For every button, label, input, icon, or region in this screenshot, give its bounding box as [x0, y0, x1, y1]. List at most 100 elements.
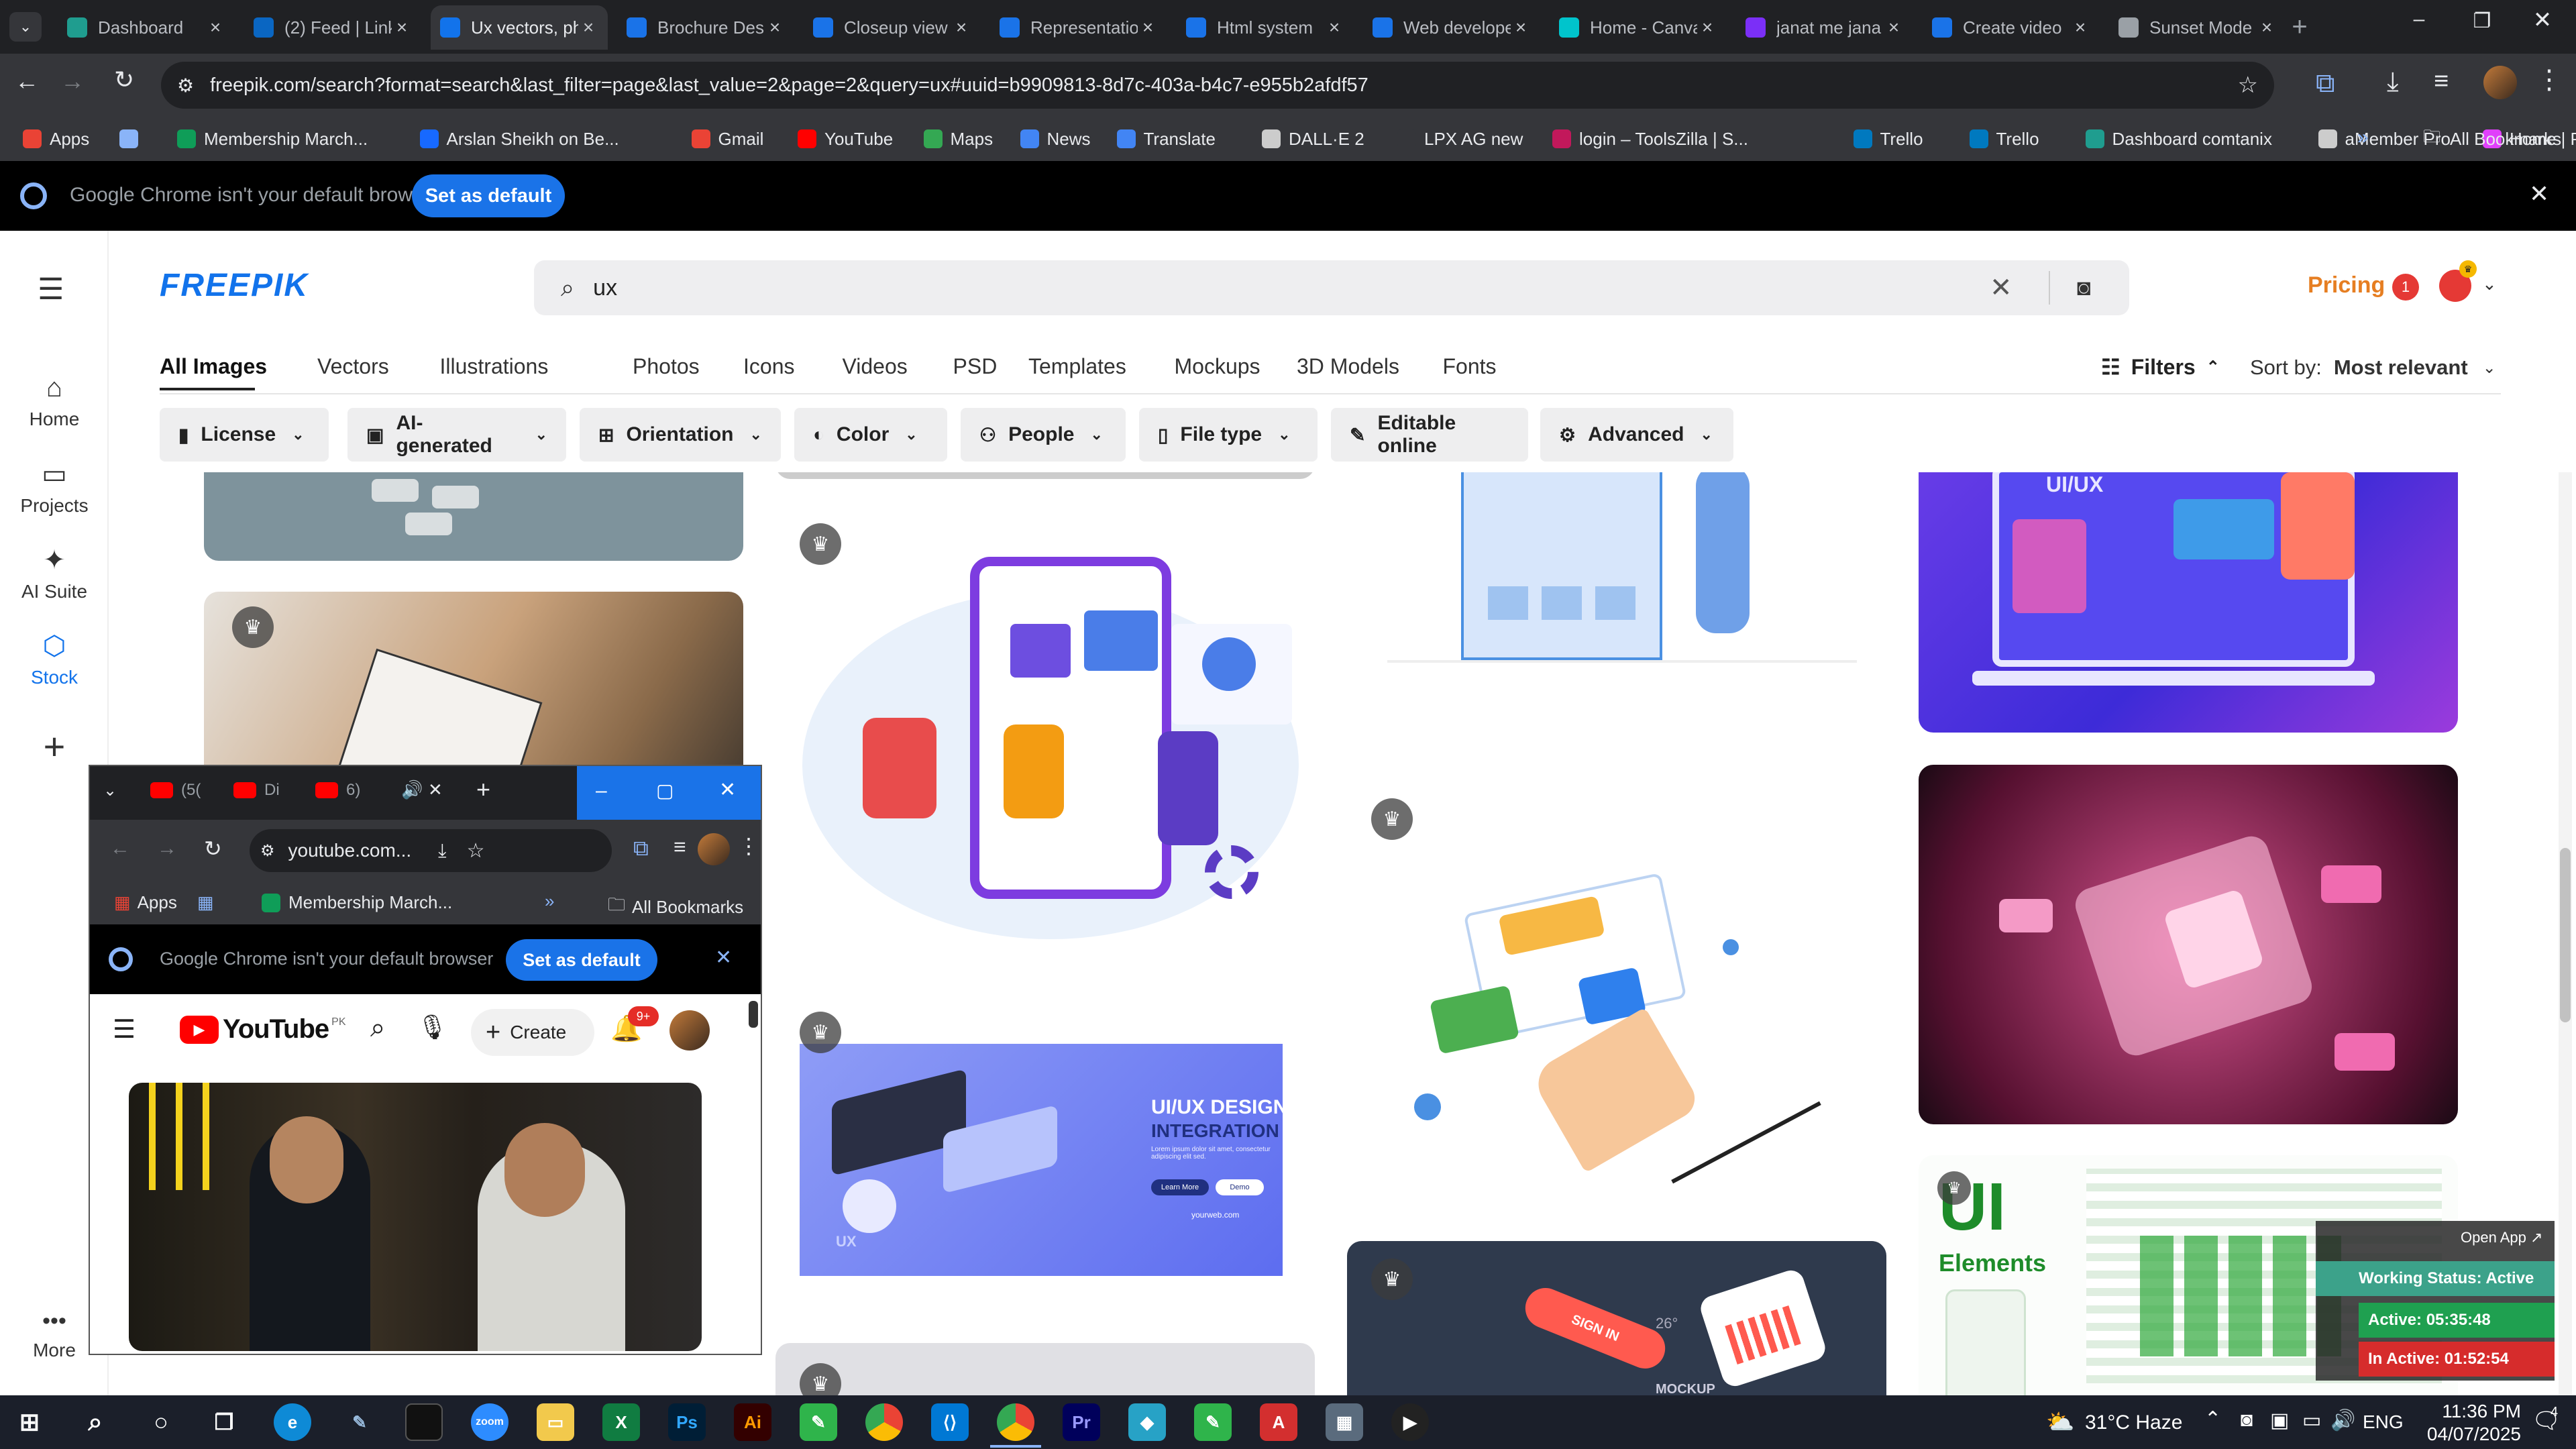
category-tab[interactable]: Illustrations	[440, 354, 549, 379]
youtube-avatar[interactable]	[669, 1010, 710, 1051]
page-scrollbar-thumb[interactable]	[2560, 848, 2571, 1022]
volume-icon[interactable]: 🔊	[2330, 1409, 2355, 1432]
youtube-create-button[interactable]: + Create	[471, 1009, 594, 1056]
close-tab-icon[interactable]: ×	[1697, 17, 1717, 38]
filter-color[interactable]: ◐ Color ⌄	[794, 408, 947, 462]
bookmark-item[interactable]: YouTube	[798, 117, 893, 161]
tab-search-button[interactable]: ⌄	[9, 12, 42, 42]
blue-app-icon[interactable]: ◆	[1128, 1403, 1166, 1441]
infobar-close-icon[interactable]: ✕	[2529, 180, 2549, 208]
youtube-menu-icon[interactable]: ☰	[113, 1014, 136, 1044]
bookmark-item[interactable]: Gmail	[691, 117, 763, 161]
account-chevron-down-icon[interactable]: ⌄	[2482, 274, 2497, 294]
browser-tab[interactable]: Ux vectors, photos×	[431, 5, 608, 50]
profile-avatar[interactable]	[698, 833, 730, 865]
bookmark-apps[interactable]: ▦ Apps	[114, 892, 177, 913]
close-window-button[interactable]: ✕	[2522, 7, 2563, 44]
image-card-uiux-laptop[interactable]: UI/UX	[1919, 472, 2458, 733]
file-explorer-icon[interactable]: ▭	[537, 1403, 574, 1441]
category-tab[interactable]: Vectors	[317, 354, 389, 379]
new-tab-icon[interactable]: +	[476, 775, 490, 804]
green-tool-icon[interactable]: ✎	[1194, 1403, 1232, 1441]
image-card-keyboard[interactable]	[204, 472, 743, 561]
extension-icon[interactable]: ⧉	[2316, 68, 2335, 99]
vscode-icon[interactable]: ⟨⟩	[931, 1403, 969, 1441]
all-bookmarks[interactable]: 🗀 All Bookmarks	[2423, 117, 2561, 161]
minimize-icon[interactable]: –	[596, 780, 607, 802]
category-tab[interactable]: Mockups	[1175, 354, 1260, 379]
pen-tool-icon[interactable]: ✎	[341, 1403, 378, 1441]
popup-infobar-close-icon[interactable]: ✕	[715, 946, 732, 969]
camera-search-icon[interactable]: ◙	[2077, 275, 2091, 301]
category-tab[interactable]: All Images	[160, 354, 267, 379]
restore-window-button[interactable]: ❐	[2462, 9, 2502, 47]
bookmark-item[interactable]	[119, 117, 146, 161]
back-arrow-icon[interactable]: ←	[15, 67, 39, 95]
image-card-partial-bottom[interactable]: ♛	[775, 1343, 1315, 1395]
popup-scrollbar-thumb[interactable]	[749, 1001, 758, 1028]
image-card-pink-3d-ui[interactable]	[1919, 765, 2458, 1124]
acrobat-icon[interactable]: A	[1260, 1403, 1297, 1441]
open-app-link[interactable]: Open App ↗	[2461, 1229, 2542, 1246]
bookmark-item[interactable]: Translate	[1116, 117, 1216, 161]
reading-list-icon[interactable]: ≡	[2434, 67, 2449, 96]
hamburger-menu-icon[interactable]: ☰	[38, 272, 64, 307]
popup-address-bar[interactable]: ⚙ youtube.com... ⤓ ☆	[250, 829, 612, 872]
clock-time[interactable]: 11:36 PM	[2420, 1401, 2521, 1422]
browser-tab[interactable]: Web developer ×	[1363, 5, 1540, 50]
chrome-icon[interactable]	[865, 1403, 903, 1441]
bookmark-star-icon[interactable]: ☆	[2238, 72, 2258, 99]
illustrator-icon[interactable]: Ai	[734, 1403, 771, 1441]
browser-tab[interactable]: Dashboard ×	[58, 5, 235, 50]
browser-tab[interactable]: Home - Canva ×	[1550, 5, 1727, 50]
bookmark-membership[interactable]: Membership March...	[262, 892, 452, 913]
bookmark-item[interactable]: Membership March...	[177, 117, 368, 161]
search-bar[interactable]: ⌕ ux ✕ ◙	[534, 260, 2129, 315]
image-card-wireframe-illustration[interactable]	[1347, 472, 1886, 667]
bookmark-item[interactable]: login – ToolsZilla | S...	[1552, 117, 1748, 161]
forward-arrow-icon[interactable]: →	[60, 67, 85, 95]
weather-text[interactable]: 31°C Haze	[2085, 1411, 2182, 1434]
nav-home[interactable]: ⌂ Home	[0, 373, 109, 430]
filter-license[interactable]: ▮ License ⌄	[160, 408, 329, 462]
windows-start-icon[interactable]: ⊞	[11, 1403, 48, 1441]
weather-icon[interactable]: ⛅	[2046, 1409, 2074, 1436]
image-card-partial[interactable]	[775, 472, 1315, 479]
network-icon[interactable]: ▭	[2302, 1409, 2321, 1432]
notification-badge[interactable]: 1	[2392, 274, 2419, 301]
browser-tab[interactable]: Create video ×	[1923, 5, 2100, 50]
chrome-active-icon[interactable]	[997, 1403, 1034, 1441]
category-tab[interactable]: Icons	[743, 354, 794, 379]
microphone-icon[interactable]: 🎙	[417, 1013, 448, 1041]
task-view-icon[interactable]: ❐	[205, 1403, 243, 1441]
category-tab[interactable]: Templates	[1028, 354, 1126, 379]
bookmark-item[interactable]: Trello	[1853, 117, 1923, 161]
category-tab[interactable]: Photos	[633, 354, 700, 379]
bookmark-item[interactable]: Apps	[23, 117, 89, 161]
category-tab[interactable]: Fonts	[1443, 354, 1497, 379]
forward-arrow-icon[interactable]: →	[157, 837, 177, 860]
chrome-menu-icon[interactable]: ⋮	[2536, 64, 2563, 95]
clear-search-icon[interactable]: ✕	[1990, 272, 2012, 303]
green-app-icon[interactable]: ✎	[800, 1403, 837, 1441]
excel-icon[interactable]: X	[602, 1403, 640, 1441]
cortana-icon[interactable]: ○	[142, 1403, 180, 1441]
bookmark-item[interactable]: News	[1020, 117, 1091, 161]
bookmark-item[interactable]: Maps	[923, 117, 993, 161]
tray-chevron-up-icon[interactable]: ⌃	[2204, 1407, 2221, 1431]
category-tab[interactable]: PSD	[953, 354, 998, 379]
bookmark-item[interactable]: DALL·E 2	[1262, 117, 1364, 161]
bookmark-star-icon[interactable]: ☆	[467, 839, 485, 863]
reading-list-icon[interactable]: ≡	[674, 835, 686, 859]
search-input[interactable]: ux	[593, 275, 617, 301]
category-tab[interactable]: 3D Models	[1297, 354, 1399, 379]
new-tab-button[interactable]: +	[2284, 13, 2316, 43]
close-tab-icon[interactable]: ×	[2257, 17, 2277, 38]
tab-groups-icon[interactable]: ▦	[197, 892, 214, 913]
profile-avatar[interactable]	[2483, 66, 2517, 99]
tray-app-icon[interactable]: ◙	[2241, 1409, 2253, 1432]
add-new-button[interactable]: +	[0, 724, 109, 768]
image-card-hand-interface[interactable]: ♛	[1347, 792, 1886, 1194]
filter-editable-online[interactable]: ✎ Editable online	[1331, 408, 1528, 462]
all-bookmarks[interactable]: 🗀 All Bookmarks	[608, 892, 743, 922]
